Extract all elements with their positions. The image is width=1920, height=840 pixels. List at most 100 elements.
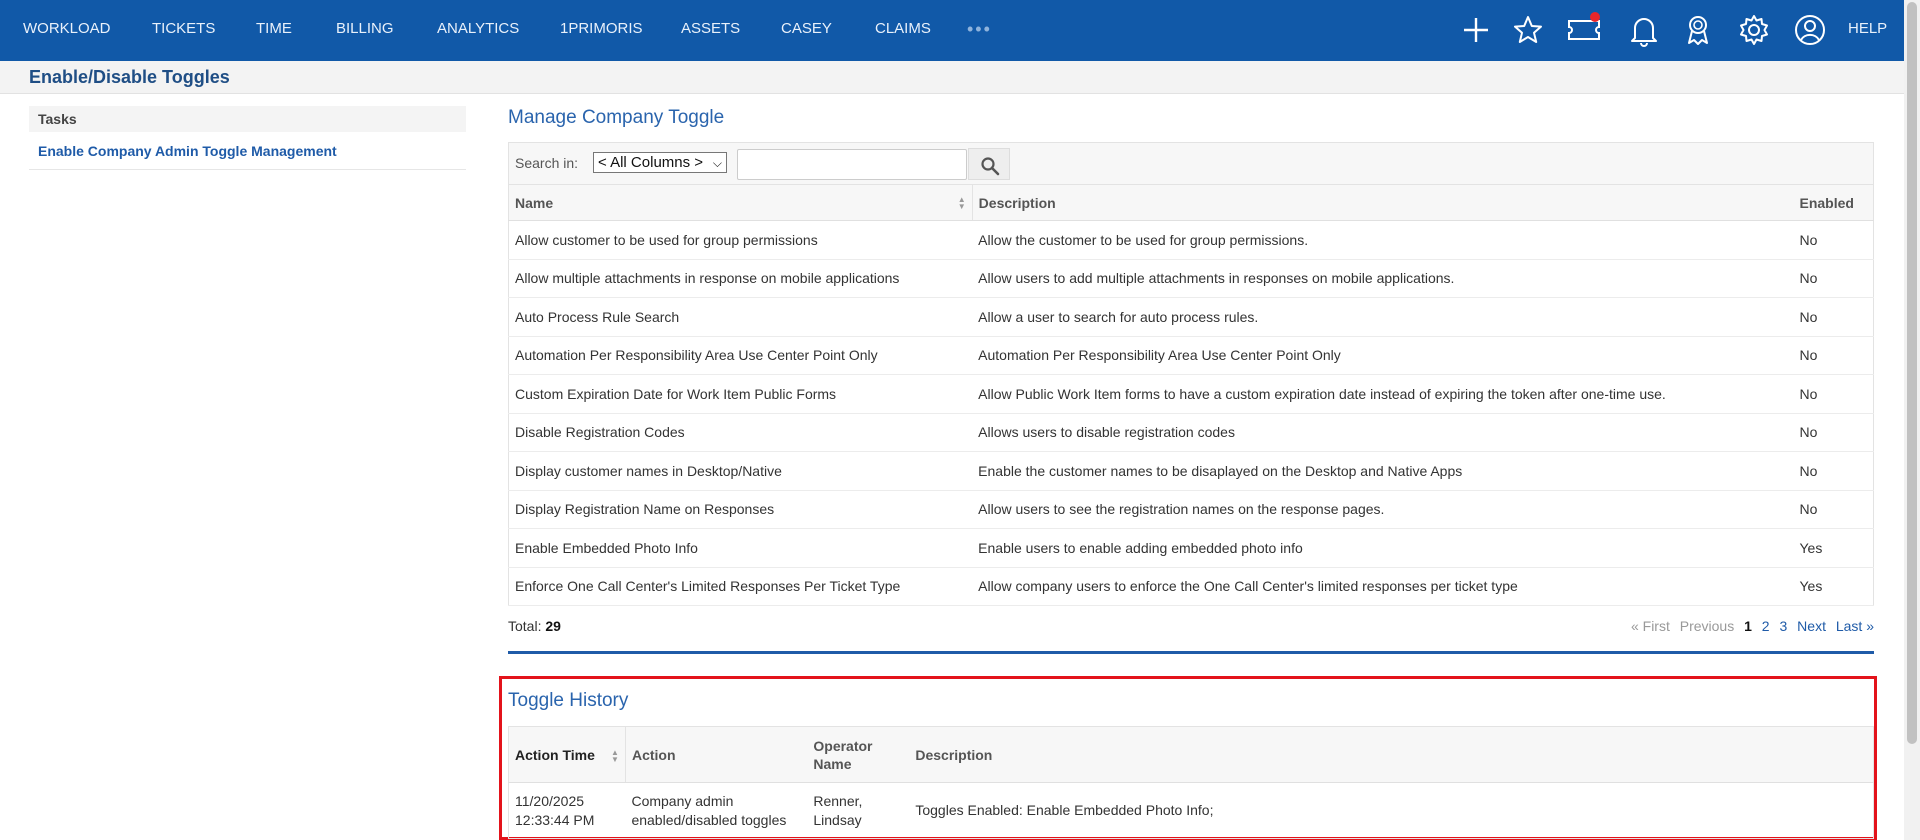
toggle-description-cell: Allow users to see the registration name…	[972, 490, 1794, 529]
toggle-name-cell: Allow customer to be used for group perm…	[508, 220, 973, 260]
table-row[interactable]: Enforce One Call Center's Limited Respon…	[508, 567, 1874, 606]
search-button[interactable]	[968, 148, 1010, 180]
toggle-history-title: Toggle History	[508, 690, 629, 711]
history-header-action-time-label: Action Time	[515, 746, 595, 763]
vertical-scrollbar[interactable]	[1904, 0, 1920, 840]
table-row[interactable]: Allow customer to be used for group perm…	[508, 220, 1874, 260]
column-header-name[interactable]: Name ▲ ▼	[508, 184, 973, 221]
history-description-cell: Toggles Enabled: Enable Embedded Photo I…	[915, 802, 1214, 818]
page-title-bar: Enable/Disable Toggles	[0, 61, 1904, 94]
pager-previous: Previous	[1679, 618, 1735, 634]
pagination: « First Previous 1 2 3 Next Last »	[1625, 618, 1874, 634]
table-row[interactable]: Disable Registration Codes Allows users t…	[508, 413, 1874, 452]
toggle-description-cell: Automation Per Responsibility Area Use C…	[972, 336, 1794, 375]
toggle-name-cell: Enforce One Call Center's Limited Respon…	[508, 567, 973, 606]
table-row[interactable]: Automation Per Responsibility Area Use C…	[508, 336, 1874, 375]
total-value: 29	[545, 618, 561, 634]
toggle-enabled-cell: No	[1793, 259, 1874, 298]
toggle-name-cell: Automation Per Responsibility Area Use C…	[508, 336, 973, 375]
nav-billing[interactable]: BILLING	[336, 0, 394, 58]
nav-assets[interactable]: ASSETS	[681, 0, 740, 58]
nav-analytics[interactable]: ANALYTICS	[437, 0, 519, 58]
toggle-enabled-cell: No	[1793, 490, 1874, 529]
toggle-enabled-cell: No	[1793, 413, 1874, 452]
history-header-action: Action	[625, 726, 808, 783]
toggle-enabled-cell: No	[1793, 451, 1874, 491]
column-header-enabled: Enabled	[1793, 184, 1874, 221]
history-action-time-cell: 11/20/2025 12:33:44 PM	[515, 792, 595, 828]
table-row[interactable]: Custom Expiration Date for Work Item Pub…	[508, 374, 1874, 414]
history-header-description: Description	[909, 726, 1874, 783]
scrollbar-thumb[interactable]	[1907, 2, 1917, 744]
gear-icon[interactable]	[1736, 12, 1772, 48]
pager-page-2[interactable]: 2	[1762, 618, 1770, 634]
star-icon[interactable]	[1510, 12, 1546, 48]
total-label: Total:	[508, 618, 542, 634]
toggles-table: Name ▲ ▼ Description Enabled Allow custom…	[508, 184, 1874, 606]
history-header-action-time[interactable]: Action Time ▲ ▼	[508, 726, 626, 783]
top-navigation-bar: WORKLOAD TICKETS TIME BILLING ANALYTICS …	[0, 0, 1904, 61]
search-label: Search in:	[515, 155, 579, 171]
table-row[interactable]: Display customer names in Desktop/Native…	[508, 451, 1874, 491]
table-row[interactable]: Auto Process Rule Search Allow a user to …	[508, 297, 1874, 337]
bell-icon[interactable]	[1626, 12, 1662, 48]
history-action-cell: Company admin enabled/disabled toggles	[631, 792, 787, 828]
toggle-name-cell: Allow multiple attachments in response o…	[508, 259, 973, 298]
toggle-description-cell: Enable users to enable adding embedded p…	[972, 528, 1794, 568]
column-header-name-label: Name	[515, 194, 554, 211]
toggle-name-cell: Auto Process Rule Search	[508, 297, 973, 337]
search-icon	[981, 157, 1000, 176]
nav-more-menu[interactable]: •••	[967, 0, 992, 58]
pager-last[interactable]: Last »	[1836, 618, 1874, 634]
history-header-operator: Operator Name	[807, 726, 910, 783]
search-column-select[interactable]: < All Columns > ⌵	[593, 152, 727, 173]
tasks-heading: Tasks	[29, 106, 466, 132]
nav-help[interactable]: HELP	[1848, 0, 1887, 58]
toggle-enabled-cell: No	[1793, 374, 1874, 414]
search-input[interactable]	[737, 149, 967, 180]
plus-icon[interactable]	[1458, 12, 1494, 48]
toggle-description-cell: Allows users to disable registration cod…	[972, 413, 1794, 452]
nav-time[interactable]: TIME	[256, 0, 292, 58]
history-row: 11/20/2025 12:33:44 PM Company admin enab…	[509, 783, 1874, 839]
award-icon[interactable]	[1680, 12, 1716, 48]
toggle-description-cell: Allow company users to enforce the One C…	[972, 567, 1794, 606]
toggle-name-cell: Disable Registration Codes	[508, 413, 973, 452]
toggle-enabled-cell: Yes	[1793, 528, 1874, 568]
table-row[interactable]: Allow multiple attachments in response o…	[508, 259, 1874, 298]
toggle-history-table: Action Time ▲ ▼ Action Operator Name Desc…	[508, 726, 1874, 839]
nav-casey[interactable]: CASEY	[781, 0, 832, 58]
ticket-icon[interactable]	[1566, 12, 1602, 48]
toggle-name-cell: Custom Expiration Date for Work Item Pub…	[508, 374, 973, 414]
page-title: Enable/Disable Toggles	[29, 67, 230, 87]
column-header-description: Description	[972, 184, 1794, 221]
pager-page-1: 1	[1744, 618, 1752, 634]
table-row[interactable]: Display Registration Name on Responses Al…	[508, 490, 1874, 529]
nav-claims[interactable]: CLAIMS	[875, 0, 931, 58]
toggle-description-cell: Allow a user to search for auto process …	[972, 297, 1794, 337]
toggle-enabled-cell: No	[1793, 220, 1874, 260]
chevron-down-icon: ⌵	[712, 156, 722, 170]
nav-tickets[interactable]: TICKETS	[152, 0, 215, 58]
toggle-enabled-cell: Yes	[1793, 567, 1874, 606]
enable-admin-toggle-management-link[interactable]: Enable Company Admin Toggle Management	[29, 132, 466, 170]
toggle-name-cell: Enable Embedded Photo Info	[508, 528, 973, 568]
nav-1primoris[interactable]: 1PRIMORIS	[560, 0, 643, 58]
toggle-description-cell: Allow users to add multiple attachments …	[972, 259, 1794, 298]
toggle-description-cell: Enable the customer names to be disaplay…	[972, 451, 1794, 491]
total-count: Total: 29	[508, 618, 561, 634]
pager-page-3[interactable]: 3	[1779, 618, 1787, 634]
notification-dot	[1590, 12, 1600, 22]
tasks-panel: Tasks Enable Company Admin Toggle Manage…	[29, 106, 466, 170]
toggle-description-cell: Allow the customer to be used for group …	[972, 220, 1794, 260]
table-row[interactable]: Enable Embedded Photo Info Enable users t…	[508, 528, 1874, 568]
nav-workload[interactable]: WORKLOAD	[23, 0, 111, 58]
toggle-name-cell: Display customer names in Desktop/Native	[508, 451, 973, 491]
sort-icon: ▲ ▼	[957, 195, 966, 211]
user-icon[interactable]	[1792, 12, 1828, 48]
sort-icon: ▲ ▼	[611, 748, 619, 764]
pager-next[interactable]: Next	[1797, 618, 1826, 634]
toggle-enabled-cell: No	[1793, 297, 1874, 337]
manage-toggle-title: Manage Company Toggle	[508, 107, 725, 128]
section-divider	[508, 651, 1874, 654]
